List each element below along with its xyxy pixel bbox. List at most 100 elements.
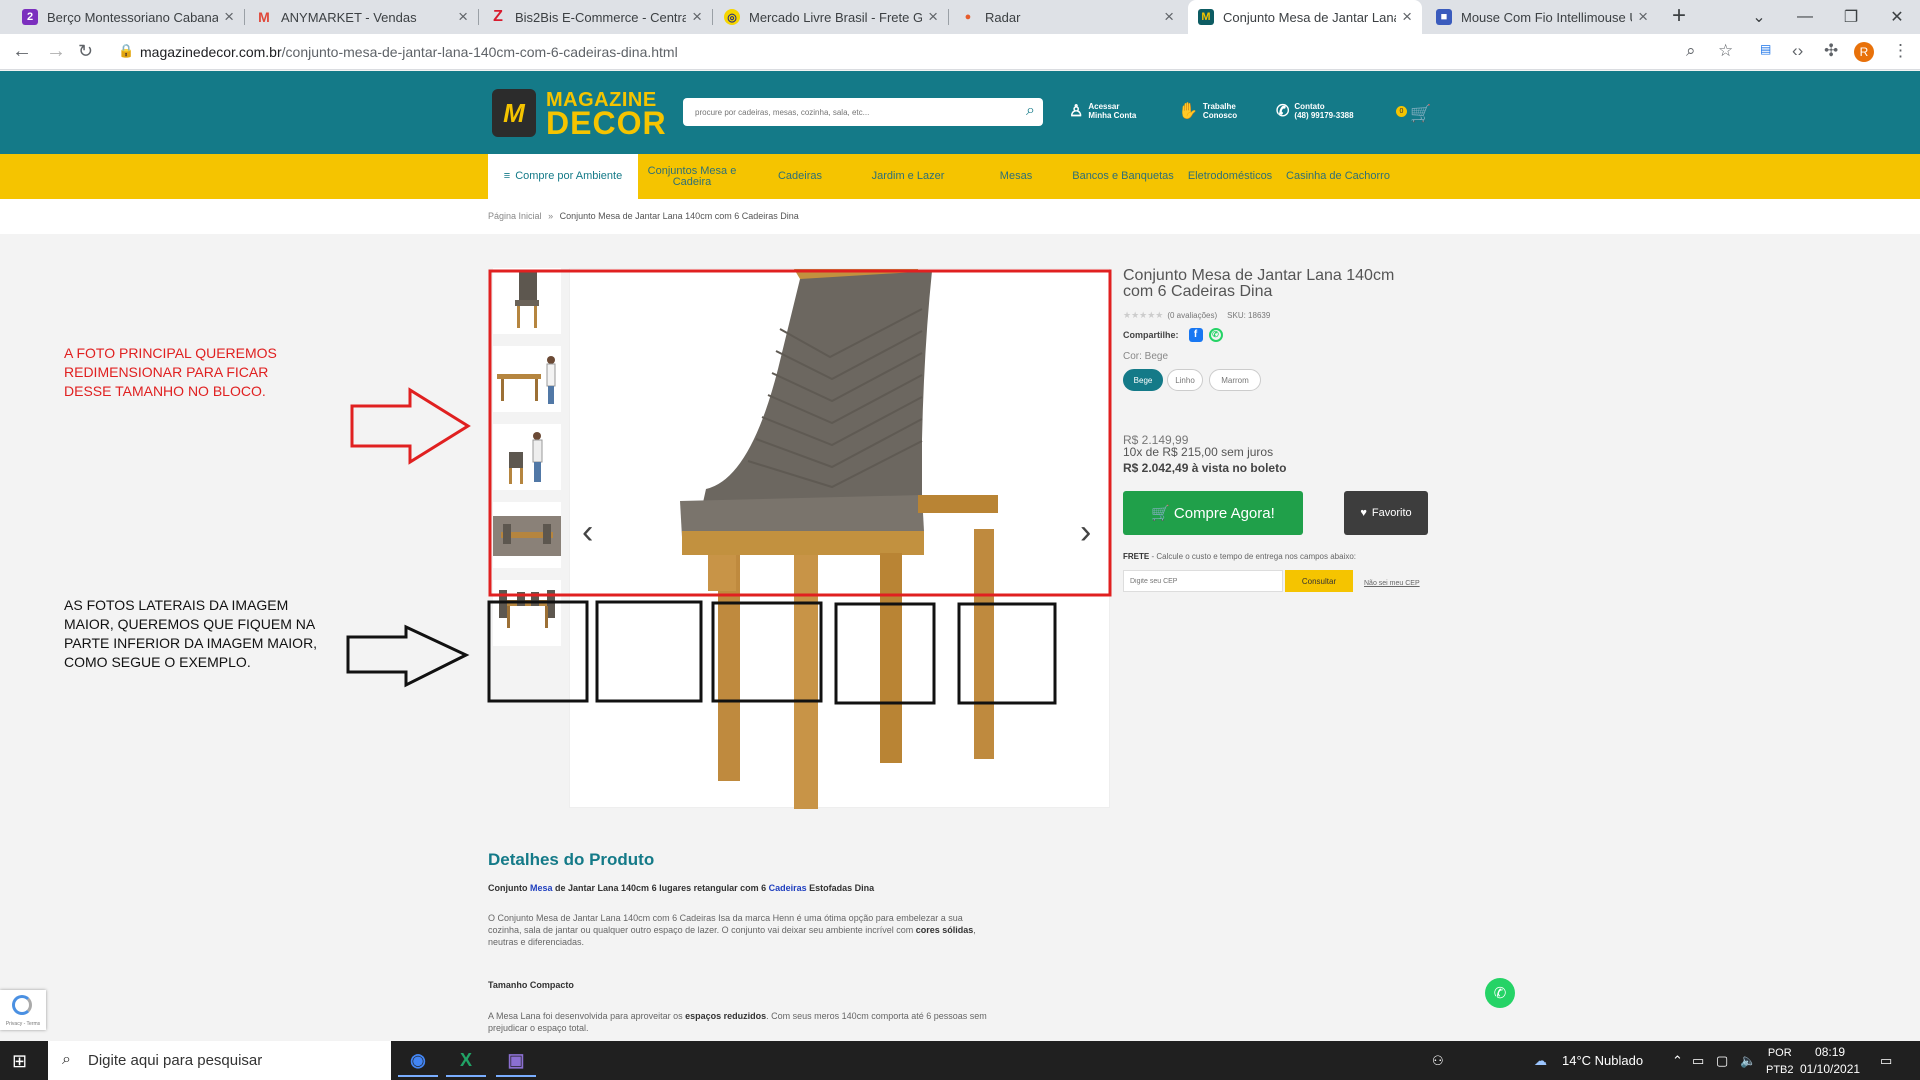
language-indicator[interactable]: POR PTB2	[1766, 1045, 1794, 1079]
tab-mouse[interactable]: ■ Mouse Com Fio Intellimouse Usb ×	[1426, 0, 1658, 34]
work-with-us-link[interactable]: ✋ Trabalhe Conosco	[1178, 102, 1237, 120]
swatch-bege[interactable]: Bege	[1123, 369, 1163, 391]
favorite-button[interactable]: ♥ Favorito	[1344, 491, 1428, 535]
tab-search-icon[interactable]: ⌄	[1736, 0, 1782, 34]
minimize-icon[interactable]: —	[1782, 0, 1828, 34]
menu-compre-por-ambiente[interactable]: ≡ Compre por Ambiente	[488, 154, 638, 199]
mesa-link[interactable]: Mesa	[530, 883, 553, 893]
taskbar-search-placeholder: Digite aqui para pesquisar	[88, 1052, 263, 1069]
taskbar-search[interactable]: ⌕ Digite aqui para pesquisar	[48, 1041, 391, 1080]
notifications-icon[interactable]: ▭	[1880, 1053, 1892, 1069]
people-icon[interactable]: ⚇	[1432, 1053, 1444, 1069]
share-label: Compartilhe:	[1123, 330, 1179, 340]
reload-icon[interactable]: ↻	[78, 41, 93, 62]
menu-bancos[interactable]: Bancos e Banquetas	[1070, 154, 1176, 199]
details-subtitle: Conjunto Mesa de Jantar Lana 140cm 6 lug…	[488, 883, 874, 893]
swatch-linho[interactable]: Linho	[1167, 369, 1203, 391]
prev-image-arrow[interactable]: ‹	[582, 513, 593, 552]
close-icon[interactable]: ×	[458, 7, 468, 27]
facebook-icon[interactable]: f	[1188, 328, 1203, 342]
network-icon[interactable]: ▭	[1692, 1053, 1704, 1069]
breadcrumb-home[interactable]: Página Inicial	[488, 211, 542, 221]
table-set-thumb-image	[499, 590, 555, 628]
whatsapp-share-icon[interactable]: ✆	[1208, 328, 1223, 342]
chrome-taskbar-icon[interactable]: ◉	[398, 1045, 438, 1077]
site-search: ⌕	[683, 98, 1043, 126]
tray-chevron-icon[interactable]: ⌃	[1672, 1053, 1683, 1069]
url-field[interactable]: magazinedecor.com.br/conjunto-mesa-de-ja…	[140, 44, 678, 60]
extensions-puzzle-icon[interactable]: ✣	[1824, 41, 1838, 61]
close-icon[interactable]: ×	[224, 7, 234, 27]
thumbnail-5[interactable]	[493, 580, 561, 646]
close-icon[interactable]: ×	[928, 7, 938, 27]
tab-bis2bis[interactable]: Z Bis2Bis E-Commerce - Central de ×	[480, 0, 712, 34]
cart-button[interactable]: 0 🛒	[1396, 104, 1431, 124]
shipping-text: FRETE - Calcule o custo e tempo de entre…	[1123, 552, 1356, 561]
site-logo[interactable]: M MAGAZINE DECOR	[492, 89, 666, 141]
swatch-marrom[interactable]: Marrom	[1209, 369, 1261, 391]
details-paragraph-2: A Mesa Lana foi desenvolvida para aprove…	[488, 1010, 998, 1034]
account-link[interactable]: ♙ Acessar Minha Conta	[1069, 102, 1136, 120]
tab-berco[interactable]: 2 Berço Montessoriano Cabana Ar ×	[12, 0, 244, 34]
table-woman-thumb-image	[497, 356, 556, 404]
tab-mercadolivre[interactable]: ◎ Mercado Livre Brasil - Frete GRÁ ×	[714, 0, 948, 34]
close-window-icon[interactable]: ✕	[1874, 0, 1920, 34]
volume-icon[interactable]: 🔈	[1740, 1053, 1756, 1069]
close-icon[interactable]: ×	[692, 7, 702, 27]
back-icon[interactable]: ←	[12, 40, 32, 63]
new-tab-button[interactable]: +	[1672, 2, 1686, 30]
tab-title: Mercado Livre Brasil - Frete GRÁ	[749, 9, 923, 25]
consult-shipping-button[interactable]: Consultar	[1285, 570, 1353, 592]
lock-icon[interactable]: 🔒	[118, 43, 134, 59]
profile-avatar[interactable]: R	[1854, 42, 1874, 62]
menu-eletrodomesticos[interactable]: Eletrodomésticos	[1176, 154, 1284, 199]
thumbnail-1[interactable]	[493, 268, 561, 334]
tab-title: Berço Montessoriano Cabana Ar	[47, 9, 219, 25]
contact-link[interactable]: ✆ Contato (48) 99179-3388	[1276, 102, 1354, 120]
whatsapp-icon: ✆	[1276, 102, 1290, 120]
buy-now-button[interactable]: 🛒 Compre Agora!	[1123, 491, 1303, 535]
meet-icon[interactable]: ▢	[1716, 1053, 1728, 1069]
thumbnail-3[interactable]	[493, 424, 561, 490]
search-icon: ⌕	[62, 1051, 71, 1068]
breadcrumb-bar	[0, 199, 1920, 234]
next-image-arrow[interactable]: ›	[1080, 513, 1091, 552]
weather-icon[interactable]: ☁	[1534, 1053, 1547, 1069]
bookmark-star-icon[interactable]: ☆	[1718, 41, 1733, 61]
thumbnail-4[interactable]	[493, 502, 561, 568]
store-taskbar-icon[interactable]: ▣	[496, 1045, 536, 1077]
close-icon[interactable]: ×	[1638, 7, 1648, 27]
cep-input[interactable]	[1123, 570, 1283, 592]
tab-radar[interactable]: ● Radar ×	[950, 0, 1184, 34]
restore-icon[interactable]: ❐	[1828, 0, 1874, 34]
excel-taskbar-icon[interactable]: X	[446, 1045, 486, 1077]
menu-casinha-cachorro[interactable]: Casinha de Cachorro	[1284, 154, 1392, 199]
menu-conjuntos[interactable]: Conjuntos Mesa e Cadeira	[638, 154, 746, 199]
search-icon[interactable]: ⌕	[1026, 102, 1035, 120]
dont-know-cep-link[interactable]: Não sei meu CEP	[1364, 580, 1420, 587]
zoom-icon[interactable]: ⌕	[1686, 41, 1696, 61]
close-icon[interactable]: ×	[1402, 7, 1412, 27]
tab-magazinedecor[interactable]: M Conjunto Mesa de Jantar Lana 1 ×	[1188, 0, 1422, 34]
windows-start-icon[interactable]: ⊞	[12, 1051, 27, 1072]
main-product-image[interactable]: ‹ ›	[569, 268, 1110, 809]
menu-mesas[interactable]: Mesas	[962, 154, 1070, 199]
cadeiras-link[interactable]: Cadeiras	[769, 883, 807, 893]
thumbnail-2[interactable]	[493, 346, 561, 412]
code-icon[interactable]: ‹›	[1792, 41, 1803, 61]
details-heading: Detalhes do Produto	[488, 850, 655, 869]
weather-text[interactable]: 14°C Nublado	[1562, 1053, 1643, 1068]
whatsapp-float-button[interactable]: ✆	[1485, 978, 1515, 1008]
forward-icon[interactable]: →	[46, 40, 66, 63]
menu-cadeiras[interactable]: Cadeiras	[746, 154, 854, 199]
tab-anymarket[interactable]: M ANYMARKET - Vendas ×	[246, 0, 478, 34]
logo-mark: M	[492, 89, 536, 137]
menu-jardim-lazer[interactable]: Jardim e Lazer	[854, 154, 962, 199]
search-input[interactable]	[683, 98, 1003, 126]
clock[interactable]: 08:19 01/10/2021	[1800, 1044, 1860, 1078]
extension-off-icon[interactable]: ▤	[1760, 42, 1771, 56]
menu-dots-icon[interactable]: ⋮	[1892, 41, 1909, 61]
close-icon[interactable]: ×	[1164, 7, 1174, 27]
recaptcha-badge[interactable]: Privacy - Terms	[0, 990, 46, 1030]
account-line1: Acessar	[1088, 102, 1120, 111]
